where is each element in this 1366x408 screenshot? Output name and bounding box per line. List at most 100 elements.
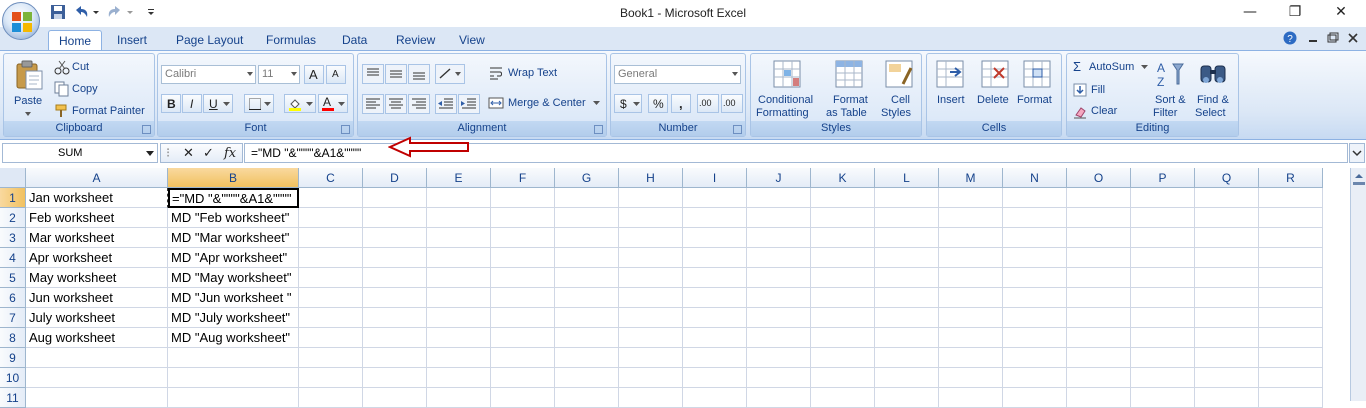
cell-m3[interactable] — [939, 228, 1003, 248]
column-header-o[interactable]: O — [1067, 168, 1131, 188]
cell-i5[interactable] — [683, 268, 747, 288]
cell-n2[interactable] — [1003, 208, 1067, 228]
close-button[interactable]: ✕ — [1331, 4, 1351, 22]
cell-c3[interactable] — [299, 228, 363, 248]
cell-j5[interactable] — [747, 268, 811, 288]
cell-d11[interactable] — [363, 388, 427, 408]
find-select-label-1[interactable]: Find & — [1197, 94, 1229, 106]
cell-k6[interactable] — [811, 288, 875, 308]
underline-button[interactable]: U — [203, 94, 233, 113]
cell-f1[interactable] — [491, 188, 555, 208]
cell-i9[interactable] — [683, 348, 747, 368]
row-header-9[interactable]: 9 — [0, 348, 26, 368]
autosum-button[interactable]: AutoSum — [1089, 61, 1134, 73]
ribbon-minimize-icon[interactable] — [1306, 31, 1320, 45]
borders-button[interactable] — [244, 94, 274, 113]
cell-g9[interactable] — [555, 348, 619, 368]
autosum-icon[interactable]: Σ — [1073, 59, 1081, 74]
cell-b5[interactable]: MD "May worksheet" — [168, 268, 299, 288]
font-dialog-launcher[interactable] — [341, 125, 350, 134]
grow-font-button[interactable]: A — [304, 65, 324, 84]
cell-g2[interactable] — [555, 208, 619, 228]
row-header-11[interactable]: 11 — [0, 388, 26, 408]
cell-b6[interactable]: MD "Jun worksheet " — [168, 288, 299, 308]
cell-c2[interactable] — [299, 208, 363, 228]
align-right-icon[interactable] — [408, 94, 430, 114]
cell-m2[interactable] — [939, 208, 1003, 228]
cell-m10[interactable] — [939, 368, 1003, 388]
column-header-b[interactable]: B — [168, 168, 299, 188]
cell-l9[interactable] — [875, 348, 939, 368]
cell-g8[interactable] — [555, 328, 619, 348]
cell-n10[interactable] — [1003, 368, 1067, 388]
cell-c1[interactable] — [299, 188, 363, 208]
cell-n6[interactable] — [1003, 288, 1067, 308]
cell-q4[interactable] — [1195, 248, 1259, 268]
cell-p9[interactable] — [1131, 348, 1195, 368]
cell-d1[interactable] — [363, 188, 427, 208]
tab-home[interactable]: Home — [48, 30, 103, 51]
cell-a2[interactable]: Feb worksheet — [26, 208, 168, 228]
cell-o8[interactable] — [1067, 328, 1131, 348]
font-size-combo[interactable]: 11 — [258, 65, 300, 84]
conditional-formatting-label-2[interactable]: Formatting — [756, 107, 809, 119]
cell-k5[interactable] — [811, 268, 875, 288]
cell-b11[interactable] — [168, 388, 299, 408]
cell-p10[interactable] — [1131, 368, 1195, 388]
tab-formulas[interactable]: Formulas — [256, 30, 326, 51]
cell-q2[interactable] — [1195, 208, 1259, 228]
cell-h10[interactable] — [619, 368, 683, 388]
name-box[interactable]: SUM — [2, 143, 158, 163]
cell-h11[interactable] — [619, 388, 683, 408]
cell-c8[interactable] — [299, 328, 363, 348]
cell-l1[interactable] — [875, 188, 939, 208]
cell-i4[interactable] — [683, 248, 747, 268]
scroll-up-icon[interactable] — [1353, 171, 1365, 181]
cell-k4[interactable] — [811, 248, 875, 268]
column-header-i[interactable]: I — [683, 168, 747, 188]
cell-f7[interactable] — [491, 308, 555, 328]
cell-p6[interactable] — [1131, 288, 1195, 308]
cell-m11[interactable] — [939, 388, 1003, 408]
cell-j11[interactable] — [747, 388, 811, 408]
cell-b8[interactable]: MD "Aug worksheet" — [168, 328, 299, 348]
cell-g5[interactable] — [555, 268, 619, 288]
vertical-scrollbar[interactable] — [1350, 168, 1366, 401]
copy-button[interactable]: Copy — [72, 83, 98, 95]
cell-i3[interactable] — [683, 228, 747, 248]
ribbon-restore-icon[interactable] — [1325, 31, 1339, 45]
find-select-icon[interactable] — [1197, 58, 1229, 90]
name-box-dropdown-icon[interactable] — [146, 151, 154, 156]
format-painter-button[interactable]: Format Painter — [72, 105, 145, 117]
cell-i7[interactable] — [683, 308, 747, 328]
cell-e4[interactable] — [427, 248, 491, 268]
office-button[interactable] — [2, 2, 40, 40]
expand-formula-bar-button[interactable] — [1349, 143, 1365, 163]
cell-b4[interactable]: MD "Apr worksheet" — [168, 248, 299, 268]
format-painter-icon[interactable] — [54, 103, 70, 119]
cell-r11[interactable] — [1259, 388, 1323, 408]
cell-l5[interactable] — [875, 268, 939, 288]
cell-h8[interactable] — [619, 328, 683, 348]
cell-n11[interactable] — [1003, 388, 1067, 408]
cell-k3[interactable] — [811, 228, 875, 248]
cell-r1[interactable] — [1259, 188, 1323, 208]
cell-k7[interactable] — [811, 308, 875, 328]
cell-d10[interactable] — [363, 368, 427, 388]
align-middle-icon[interactable] — [385, 64, 407, 84]
cell-f9[interactable] — [491, 348, 555, 368]
tab-view[interactable]: View — [449, 30, 495, 51]
format-as-table-label-2[interactable]: as Table — [826, 107, 867, 119]
cell-l3[interactable] — [875, 228, 939, 248]
cell-o6[interactable] — [1067, 288, 1131, 308]
cell-c10[interactable] — [299, 368, 363, 388]
minimize-button[interactable]: — — [1240, 4, 1260, 22]
cell-g6[interactable] — [555, 288, 619, 308]
cell-b9[interactable] — [168, 348, 299, 368]
cell-m6[interactable] — [939, 288, 1003, 308]
column-header-n[interactable]: N — [1003, 168, 1067, 188]
scroll-split-handle[interactable] — [1353, 182, 1365, 185]
cell-f11[interactable] — [491, 388, 555, 408]
cell-p7[interactable] — [1131, 308, 1195, 328]
cell-o9[interactable] — [1067, 348, 1131, 368]
